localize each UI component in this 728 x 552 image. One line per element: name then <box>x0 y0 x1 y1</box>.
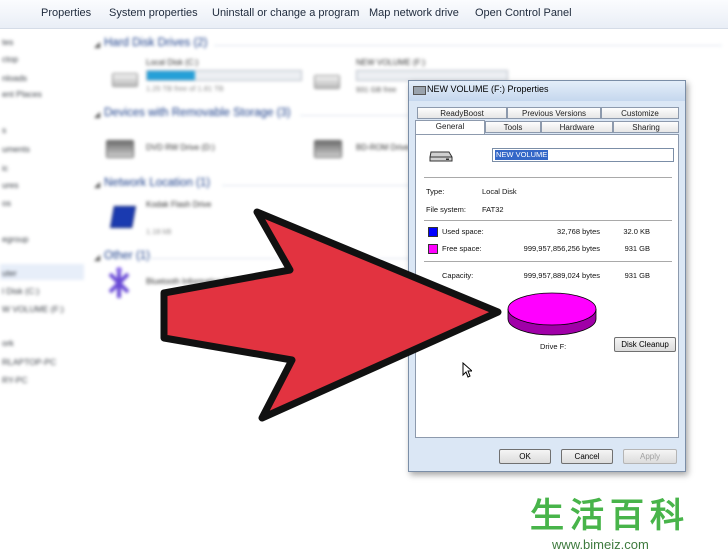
watermark-char: 活 <box>570 496 604 536</box>
watermark-char: 生 <box>530 496 564 536</box>
red-arrow-shape <box>160 208 502 422</box>
watermark-url: www.bimeiz.com <box>552 537 649 552</box>
watermark-char: 科 <box>650 496 684 536</box>
watermark-char: 百 <box>610 496 644 536</box>
site-watermark: 生 活 百 科 www.bimeiz.com <box>530 488 684 552</box>
red-arrow-annotation <box>160 208 502 422</box>
